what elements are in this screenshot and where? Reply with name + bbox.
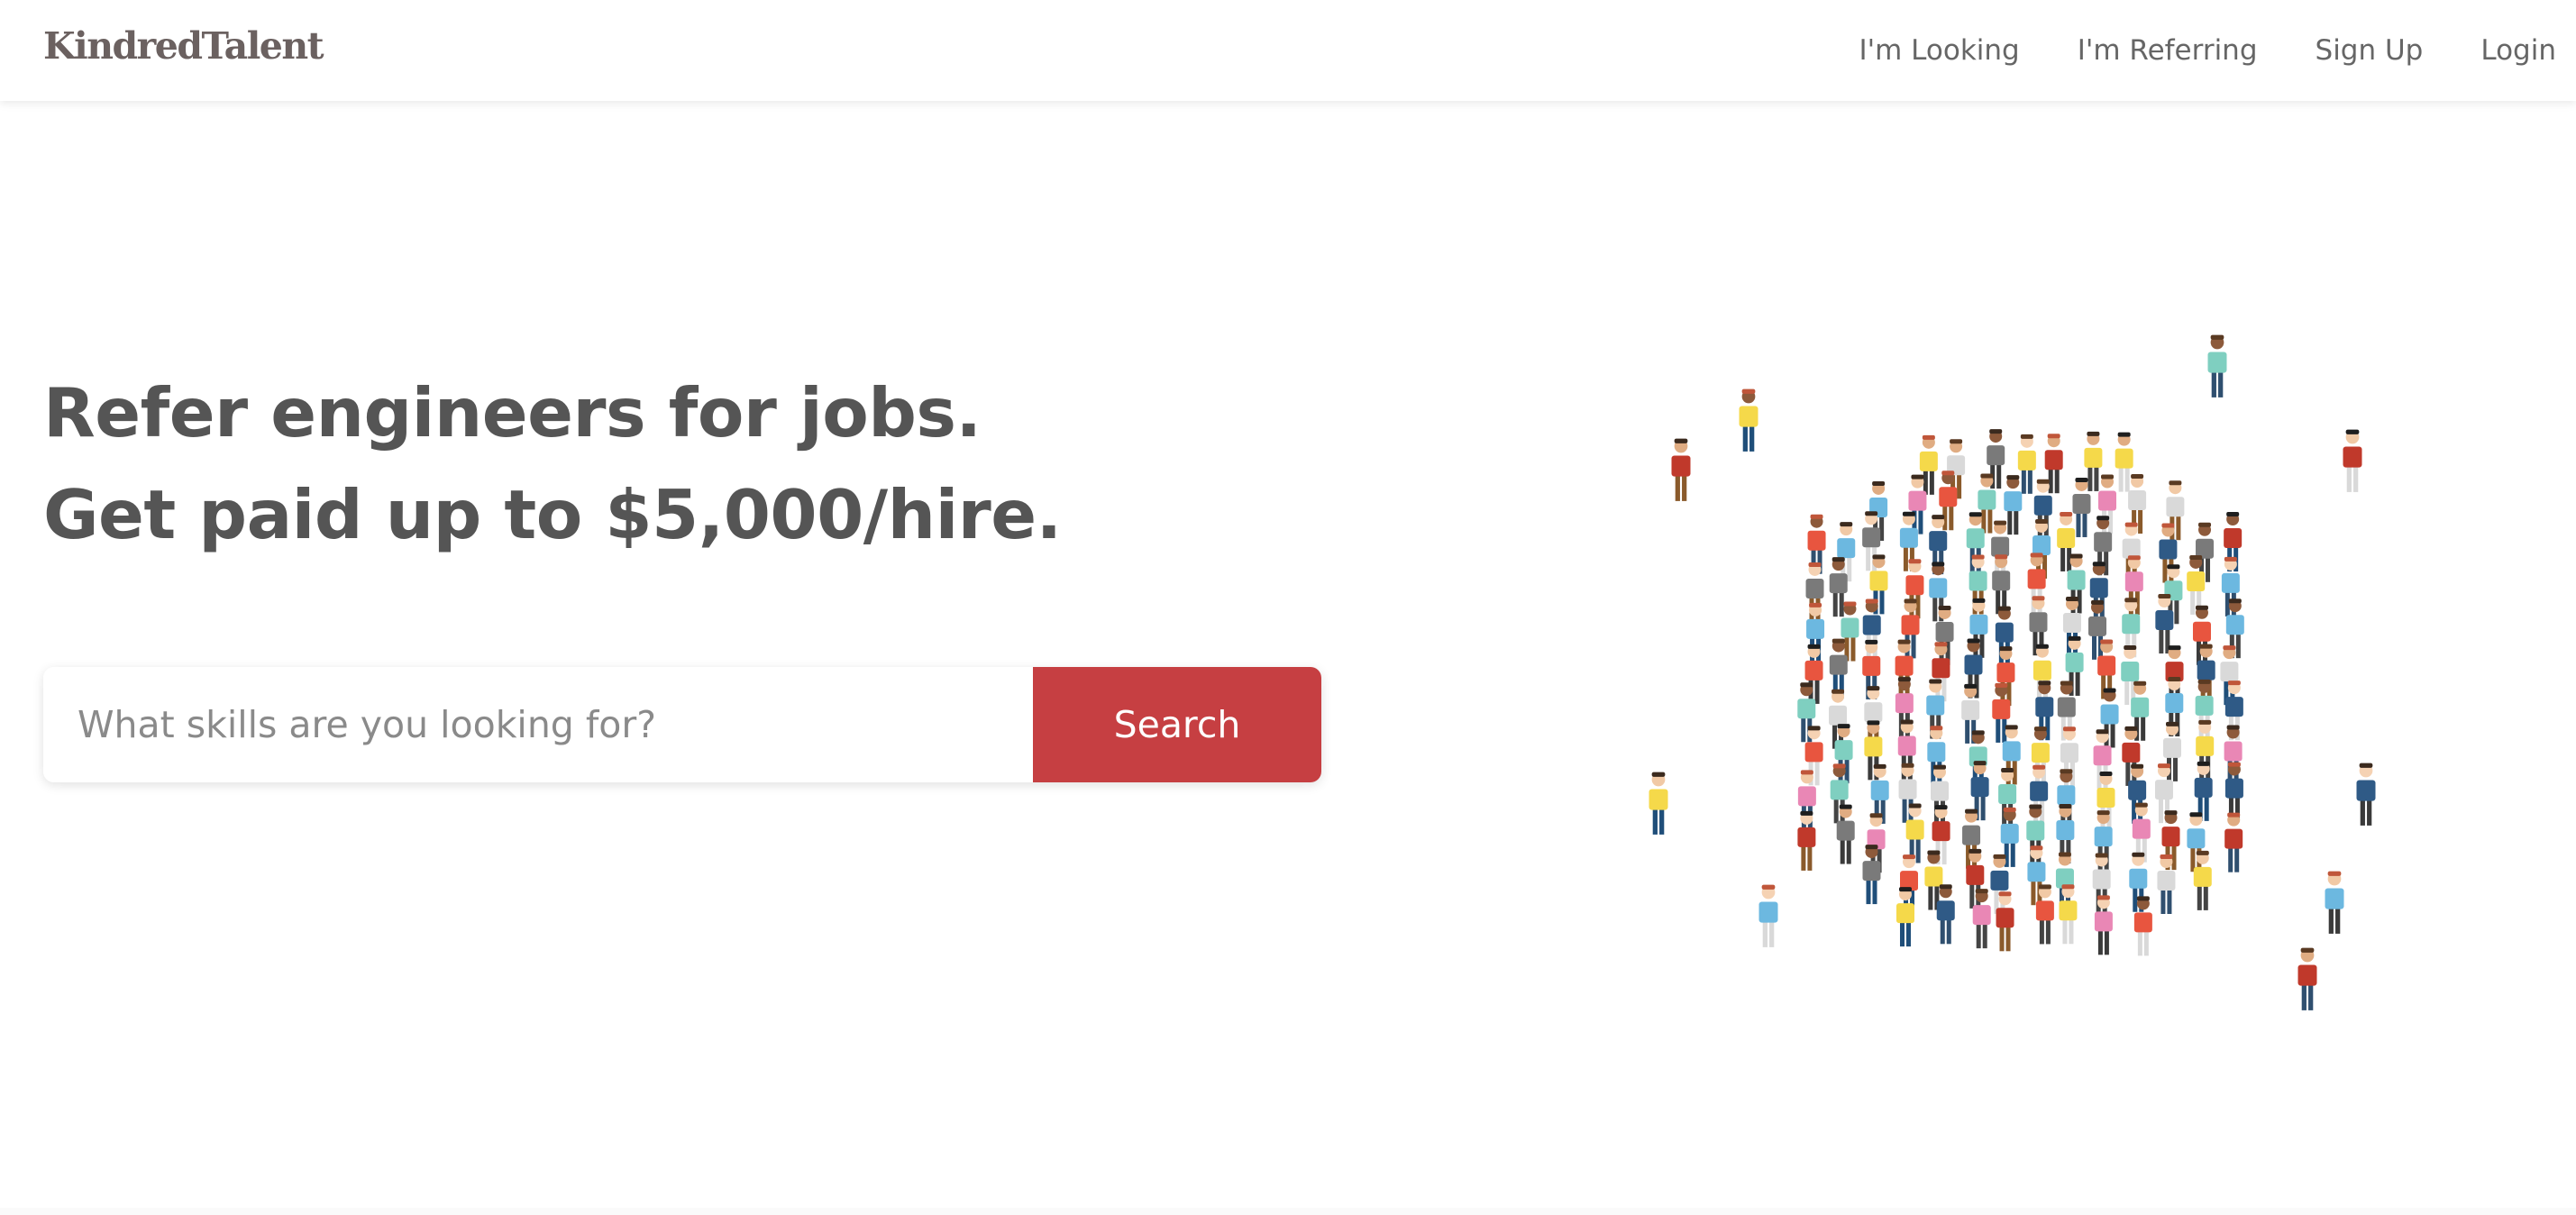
person-figure — [1649, 772, 1668, 835]
nav-link-sign-up[interactable]: Sign Up — [2316, 34, 2424, 67]
person-figure — [1837, 522, 1856, 582]
person-figure — [1936, 884, 1955, 945]
nav-link-im-referring[interactable]: I'm Referring — [2078, 34, 2258, 67]
person-figure — [1797, 810, 1816, 871]
person-figure — [1836, 804, 1855, 864]
person-figure — [1758, 884, 1778, 947]
person-figure — [2325, 871, 2344, 934]
brand-logo[interactable]: KindredTalent — [43, 23, 324, 69]
skills-search-input[interactable] — [43, 667, 1033, 782]
search-button[interactable]: Search — [1033, 667, 1321, 782]
person-figure — [1671, 438, 1691, 501]
person-figure — [1739, 388, 1758, 452]
person-figure — [2343, 429, 2362, 492]
headline-line-2: Get paid up to $5,000/hire. — [43, 475, 1062, 554]
person-figure — [2224, 812, 2243, 872]
person-figure — [1996, 891, 2014, 952]
top-navbar: KindredTalent I'm Looking I'm Referring … — [0, 0, 2576, 101]
person-figure — [2356, 763, 2376, 826]
person-figure — [2193, 850, 2212, 910]
person-figure — [2297, 947, 2317, 1010]
person-figure — [1935, 605, 1954, 665]
person-figure — [2207, 334, 2227, 397]
nav-link-im-looking[interactable]: I'm Looking — [1859, 34, 2019, 67]
person-figure — [2220, 645, 2239, 706]
person-figure — [2115, 432, 2133, 492]
hero-headline: Refer engineers for jobs. Get paid up to… — [43, 362, 1062, 566]
nav-links: I'm Looking I'm Referring Sign Up Login — [1801, 0, 2556, 101]
crowd-of-people-illustration — [1640, 324, 2416, 1064]
person-figure — [2017, 434, 2036, 494]
headline-line-1: Refer engineers for jobs. — [43, 373, 982, 452]
skills-search-form: Search — [43, 667, 1321, 782]
person-figure — [1829, 689, 1848, 749]
nav-link-login[interactable]: Login — [2480, 34, 2556, 67]
person-figure — [2004, 475, 2023, 535]
crowd-icon — [1649, 334, 2376, 1010]
person-figure — [1972, 889, 1991, 949]
section-divider — [0, 1208, 2576, 1215]
